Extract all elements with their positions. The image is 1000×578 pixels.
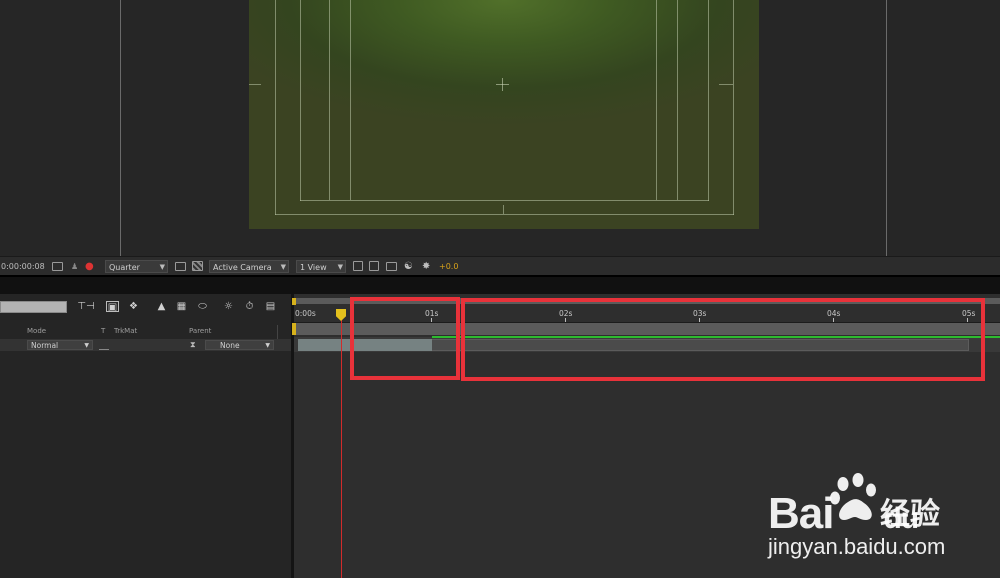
resolution-dropdown[interactable]: Quarter ▼ bbox=[105, 260, 168, 273]
exposure-value[interactable]: +0.0 bbox=[439, 260, 458, 273]
layer-search-input[interactable] bbox=[0, 301, 67, 313]
region-of-interest-icon[interactable] bbox=[175, 262, 186, 271]
timeline-icon[interactable] bbox=[386, 262, 397, 271]
blend-mode-dropdown[interactable]: Normal ▼ bbox=[27, 340, 93, 350]
chevron-down-icon: ▼ bbox=[265, 342, 270, 349]
camera-view-value: Active Camera bbox=[213, 263, 272, 272]
transparency-grid-icon[interactable] bbox=[192, 261, 203, 271]
current-time-indicator-line[interactable] bbox=[341, 312, 342, 578]
composition-viewer[interactable] bbox=[0, 0, 1000, 256]
parent-dropdown[interactable]: None ▼ bbox=[205, 340, 274, 350]
blend-mode-value: Normal bbox=[31, 341, 59, 350]
fast-previews-icon[interactable] bbox=[369, 261, 379, 271]
column-trkmat[interactable]: TrkMat bbox=[114, 326, 137, 336]
work-area-start-handle[interactable] bbox=[292, 298, 296, 305]
highlight-box-first-second bbox=[350, 297, 460, 380]
auto-keyframe-icon[interactable]: ⏱ bbox=[243, 301, 256, 312]
after-effects-window: 0:00:00:08 ♟ ● Quarter ▼ Active Camera ▼ 1… bbox=[0, 0, 1000, 578]
chevron-down-icon: ▼ bbox=[337, 263, 343, 271]
parent-value: None bbox=[220, 341, 240, 350]
live-update-icon[interactable]: ▣ bbox=[106, 301, 119, 313]
composition-frame bbox=[249, 0, 759, 229]
panel-divider bbox=[0, 275, 1000, 294]
column-mode[interactable]: Mode bbox=[27, 326, 46, 336]
motion-blur-icon[interactable]: ⬭ bbox=[196, 301, 209, 312]
guide-line-left bbox=[120, 0, 121, 256]
flowchart-icon[interactable]: ☯ bbox=[404, 260, 413, 273]
snapshot-icon[interactable] bbox=[52, 262, 63, 271]
brainstorm-icon[interactable]: ☼ bbox=[222, 301, 235, 312]
watermark-logo-bai: Bai bbox=[768, 489, 834, 538]
camera-view-dropdown[interactable]: Active Camera ▼ bbox=[209, 260, 289, 273]
column-t[interactable]: T bbox=[101, 326, 105, 336]
chevron-down-icon: ▼ bbox=[280, 263, 286, 271]
graph-editor-icon[interactable]: ▤ bbox=[264, 301, 277, 312]
watermark-cn: 经验 bbox=[880, 497, 940, 532]
tick-label-0: 0:00s bbox=[295, 309, 316, 318]
chevron-down-icon: ▼ bbox=[84, 342, 89, 349]
toggle-pixel-aspect-icon[interactable] bbox=[353, 261, 363, 271]
current-time[interactable]: 0:00:00:08 bbox=[1, 260, 45, 273]
color-channels-icon[interactable]: ● bbox=[85, 260, 94, 273]
show-snapshot-icon[interactable]: ♟ bbox=[71, 260, 78, 273]
hide-shy-layers-icon[interactable]: ▲ bbox=[155, 301, 168, 312]
timeline-layer-panel bbox=[0, 294, 291, 578]
exposure-reset-icon[interactable]: ✸ bbox=[422, 260, 430, 273]
view-layout-dropdown[interactable]: 1 View ▼ bbox=[296, 260, 346, 273]
highlight-box-remaining-duration bbox=[461, 298, 985, 381]
column-parent[interactable]: Parent bbox=[189, 326, 211, 336]
composition-mini-flowchart-icon[interactable]: ⊤⊣ bbox=[77, 301, 95, 312]
chevron-down-icon: ▼ bbox=[159, 263, 165, 271]
watermark-url: jingyan.baidu.com bbox=[768, 534, 946, 559]
pick-whip-icon[interactable]: ⧗ bbox=[190, 340, 196, 350]
guide-line-right bbox=[886, 0, 887, 256]
viewer-toolbar: 0:00:00:08 ♟ ● Quarter ▼ Active Camera ▼ 1… bbox=[0, 256, 1000, 275]
view-layout-value: 1 View bbox=[300, 263, 327, 272]
draft-3d-icon[interactable]: ❖ bbox=[127, 301, 140, 312]
frame-blending-icon[interactable]: ▦ bbox=[175, 301, 188, 312]
composition-start-marker bbox=[292, 323, 296, 335]
resolution-value: Quarter bbox=[109, 263, 140, 272]
track-matte-dropdown[interactable] bbox=[99, 342, 109, 350]
